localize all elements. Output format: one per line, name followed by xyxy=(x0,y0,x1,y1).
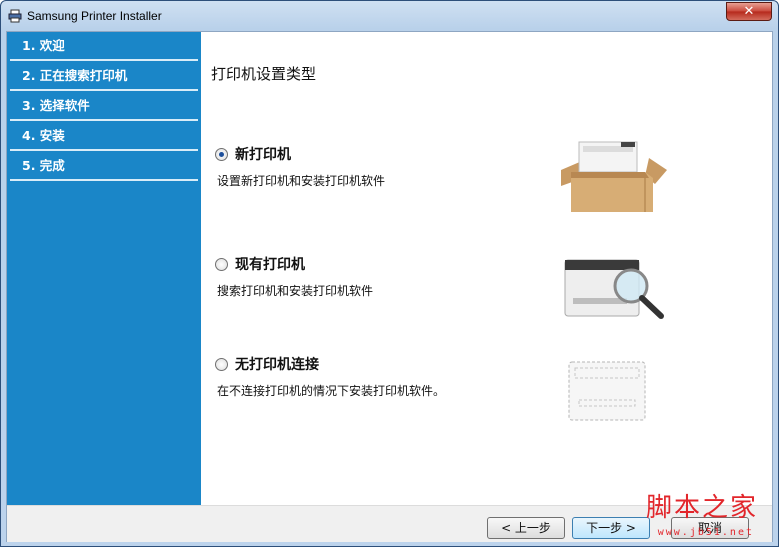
watermark-url: www.jb51.net xyxy=(657,527,754,538)
option-title: 无打印机连接 xyxy=(235,357,319,373)
option-title: 现有打印机 xyxy=(235,257,305,273)
option-title: 新打印机 xyxy=(235,147,291,163)
content-area: 打印机设置类型 新打印机 设置新打印机和安装打印机软件 现有打印机 搜索打印机和… xyxy=(201,32,772,505)
back-button[interactable]: < 上一步 xyxy=(487,517,565,539)
sidebar-item-finish: 5. 完成 xyxy=(10,152,198,181)
radio-new-printer[interactable] xyxy=(215,148,228,161)
option-description: 设置新打印机和安装打印机软件 xyxy=(217,174,386,188)
client-area: 1. 欢迎 2. 正在搜索打印机 3. 选择软件 4. 安装 5. 完成 打印机… xyxy=(6,31,773,542)
printer-app-icon xyxy=(8,9,22,23)
page-title: 打印机设置类型 xyxy=(211,65,317,83)
sidebar-item-label: 3. 选择软件 xyxy=(22,98,90,113)
sidebar-item-searching-printer: 2. 正在搜索打印机 xyxy=(10,62,198,91)
title-bar[interactable]: Samsung Printer Installer ✕ xyxy=(1,1,778,31)
option-new-printer[interactable]: 新打印机 设置新打印机和安装打印机软件 xyxy=(215,141,755,236)
printer-in-box-icon xyxy=(561,141,667,212)
option-no-printer-connection[interactable]: 无打印机连接 在不连接打印机的情况下安装打印机软件。 xyxy=(215,356,755,446)
window-title: Samsung Printer Installer xyxy=(27,9,162,23)
option-description: 在不连接打印机的情况下安装打印机软件。 xyxy=(217,384,446,398)
radio-existing-printer[interactable] xyxy=(215,258,228,271)
sidebar-item-label: 5. 完成 xyxy=(22,158,65,173)
option-existing-printer[interactable]: 现有打印机 搜索打印机和安装打印机软件 xyxy=(215,256,755,346)
radio-no-printer-connection[interactable] xyxy=(215,358,228,371)
sidebar: 1. 欢迎 2. 正在搜索打印机 3. 选择软件 4. 安装 5. 完成 xyxy=(7,32,201,505)
sidebar-item-install: 4. 安装 xyxy=(10,122,198,151)
sidebar-item-label: 4. 安装 xyxy=(22,128,65,143)
sidebar-item-label: 1. 欢迎 xyxy=(22,38,65,53)
watermark-text: 脚本之家 xyxy=(645,493,758,523)
close-button[interactable]: ✕ xyxy=(726,2,772,21)
sidebar-item-welcome: 1. 欢迎 xyxy=(10,32,198,61)
option-description: 搜索打印机和安装打印机软件 xyxy=(217,284,374,298)
installer-window: Samsung Printer Installer ✕ 1. 欢迎 2. 正在搜… xyxy=(0,0,779,547)
close-icon: ✕ xyxy=(743,4,755,19)
footer-bar: < 上一步 下一步 > 取消 脚本之家 www.jb51.net xyxy=(7,493,772,542)
sidebar-item-label: 2. 正在搜索打印机 xyxy=(22,68,128,83)
printer-outline-icon xyxy=(568,361,646,421)
printer-magnifier-icon xyxy=(564,259,664,319)
sidebar-item-select-software: 3. 选择软件 xyxy=(10,92,198,121)
next-button[interactable]: 下一步 > xyxy=(572,517,650,539)
